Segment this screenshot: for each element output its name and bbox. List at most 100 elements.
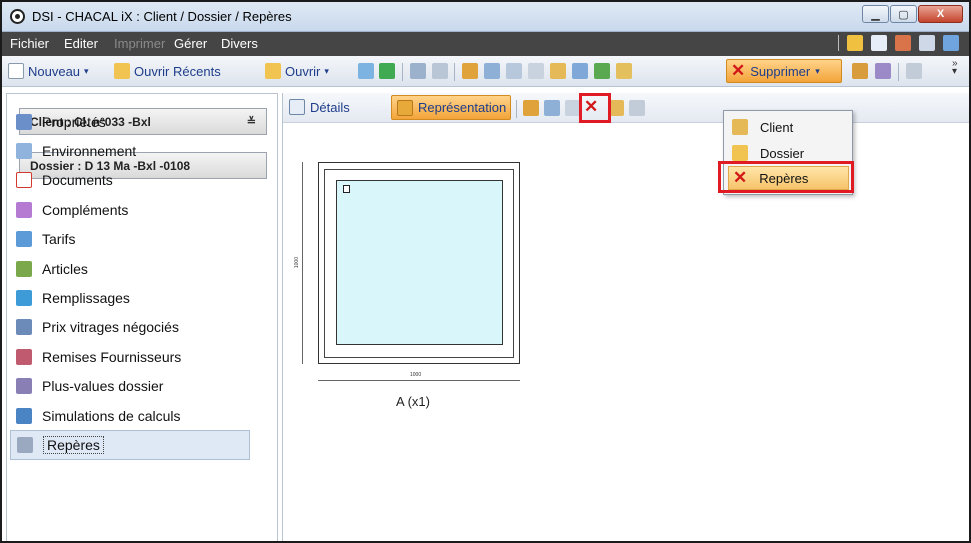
nav-item-environnement[interactable]: Environnement bbox=[16, 136, 266, 165]
image-icon[interactable] bbox=[852, 63, 868, 79]
nav-item-label: Remplissages bbox=[42, 290, 130, 307]
main-toolbar: Nouveau ▾ Ouvrir Récents Ouvrir ▾ ✕ Supp… bbox=[2, 56, 969, 87]
environment-icon bbox=[16, 143, 32, 160]
menubar-separator bbox=[838, 35, 839, 51]
cut-icon[interactable] bbox=[523, 100, 539, 116]
copy-icon[interactable] bbox=[544, 100, 560, 116]
nav-item-label: Propriétés bbox=[42, 113, 106, 130]
maximize-button[interactable]: ▢ bbox=[890, 5, 917, 23]
nav-item-label: Environnement bbox=[42, 143, 137, 160]
refresh-icon[interactable] bbox=[379, 63, 395, 79]
add-item-icon[interactable] bbox=[550, 63, 566, 79]
nav-item-reperes[interactable]: Repères bbox=[10, 430, 250, 460]
dimension-width-label: 1000 bbox=[410, 372, 422, 378]
panel-icon[interactable] bbox=[919, 35, 935, 51]
nav-list: Propriétés Environnement Documents Compl… bbox=[10, 107, 266, 460]
menu-imprimer[interactable]: Imprimer bbox=[114, 36, 165, 51]
paste-icon[interactable] bbox=[506, 63, 522, 79]
overflow-chevron-icon[interactable]: » ▾ bbox=[952, 59, 958, 77]
cut-icon[interactable] bbox=[462, 63, 478, 79]
ouvrir-recents-button[interactable]: Ouvrir Récents bbox=[114, 63, 221, 79]
home-icon[interactable] bbox=[847, 35, 863, 51]
nav-item-documents[interactable]: Documents bbox=[16, 166, 266, 195]
nav-item-plus-values[interactable]: Plus-values dossier bbox=[16, 372, 266, 401]
folder-recent-icon bbox=[114, 63, 130, 79]
nav-item-simulations[interactable]: Simulations de calculs bbox=[16, 401, 266, 430]
grid-icon[interactable] bbox=[528, 63, 544, 79]
calculator-icon bbox=[16, 407, 32, 424]
chevron-down-icon: ▾ bbox=[84, 65, 89, 76]
pdf-icon bbox=[16, 172, 32, 189]
menubar-right-icons bbox=[838, 35, 959, 51]
import-icon[interactable] bbox=[594, 63, 610, 79]
nav-item-label: Remises Fournisseurs bbox=[42, 348, 182, 365]
dropdown-item-label: Client bbox=[760, 119, 794, 135]
ouvrir-recents-label: Ouvrir Récents bbox=[134, 63, 221, 79]
nav-item-label: Plus-values dossier bbox=[42, 378, 164, 395]
list-icon[interactable] bbox=[943, 35, 959, 51]
chevron-down-icon: ▾ bbox=[815, 65, 820, 76]
details-label: Détails bbox=[310, 99, 350, 115]
nav-item-remplissages[interactable]: Remplissages bbox=[16, 283, 266, 312]
menu-editer[interactable]: Editer bbox=[64, 36, 98, 51]
details-button[interactable]: Détails bbox=[289, 99, 350, 115]
ouvrir-button[interactable]: Ouvrir ▾ bbox=[265, 63, 329, 79]
dimension-height-label: 1000 bbox=[294, 257, 300, 269]
window-glass bbox=[336, 180, 503, 345]
gallery-icon[interactable] bbox=[875, 63, 891, 79]
duplicate-icon[interactable] bbox=[572, 63, 588, 79]
dropdown-item-client[interactable]: Client bbox=[728, 115, 849, 139]
users-icon[interactable] bbox=[616, 63, 632, 79]
toolbar-separator bbox=[898, 63, 899, 81]
copy-icon[interactable] bbox=[484, 63, 500, 79]
title-bar: DSI - CHACAL iX : Client / Dossier / Rep… bbox=[2, 2, 969, 32]
nav-item-remises-fournisseurs[interactable]: Remises Fournisseurs bbox=[16, 342, 266, 371]
toolbar-separator bbox=[454, 63, 455, 81]
supprimer-button[interactable]: ✕ Supprimer ▾ bbox=[726, 59, 842, 83]
drawing-caption: A (x1) bbox=[396, 394, 430, 409]
details-list-icon bbox=[289, 99, 305, 115]
nav-item-prix-vitrages[interactable]: Prix vitrages négociés bbox=[16, 313, 266, 342]
highlight-reperes-box bbox=[718, 161, 854, 193]
new-document-icon bbox=[8, 63, 24, 79]
dimension-line-horizontal bbox=[318, 380, 520, 381]
print-icon[interactable] bbox=[906, 63, 922, 79]
nouveau-button[interactable]: Nouveau ▾ bbox=[8, 63, 89, 79]
nav-item-complements[interactable]: Compléments bbox=[16, 195, 266, 224]
dimension-line-vertical bbox=[302, 162, 303, 364]
highlight-delete-box bbox=[579, 93, 611, 123]
calendar-icon[interactable] bbox=[358, 63, 374, 79]
nav-item-proprietes[interactable]: Propriétés bbox=[16, 107, 266, 136]
tools-icon[interactable] bbox=[895, 35, 911, 51]
nav-item-articles[interactable]: Articles bbox=[16, 254, 266, 283]
window-controls: ▁ ▢ X bbox=[861, 5, 963, 25]
properties-icon bbox=[16, 113, 32, 130]
dossier-delete-icon bbox=[732, 145, 748, 161]
supplier-discount-icon bbox=[16, 348, 32, 365]
ouvrir-label: Ouvrir bbox=[285, 63, 321, 79]
representation-button[interactable]: Représentation bbox=[391, 95, 511, 120]
save-as-icon[interactable] bbox=[432, 63, 448, 79]
dropdown-item-label: Dossier bbox=[760, 145, 805, 161]
fillings-icon bbox=[16, 290, 32, 307]
window-handle-icon bbox=[343, 185, 350, 193]
menu-gerer[interactable]: Gérer bbox=[174, 36, 207, 51]
nav-item-tarifs[interactable]: Tarifs bbox=[16, 225, 266, 254]
menu-divers[interactable]: Divers bbox=[221, 36, 258, 51]
edit-icon[interactable] bbox=[871, 35, 887, 51]
supprimer-label: Supprimer bbox=[750, 63, 811, 79]
folder-open-icon bbox=[265, 63, 281, 79]
chevron-down-icon: ▾ bbox=[324, 65, 329, 76]
client-delete-icon bbox=[732, 119, 748, 135]
surplus-icon bbox=[16, 378, 32, 395]
glazing-price-icon bbox=[16, 319, 32, 336]
nouveau-label: Nouveau bbox=[28, 63, 81, 79]
close-button[interactable]: X bbox=[918, 5, 963, 23]
print-icon[interactable] bbox=[629, 100, 645, 116]
nav-item-label: Documents bbox=[42, 172, 113, 189]
save-icon[interactable] bbox=[410, 63, 426, 79]
nav-item-label: Prix vitrages négociés bbox=[42, 319, 179, 336]
app-logo-icon bbox=[10, 9, 25, 24]
menu-fichier[interactable]: Fichier bbox=[10, 36, 49, 51]
minimize-button[interactable]: ▁ bbox=[862, 5, 889, 23]
